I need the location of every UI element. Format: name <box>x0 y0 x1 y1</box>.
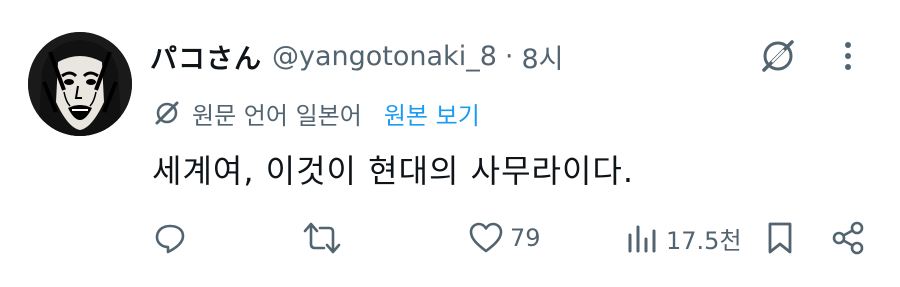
views-count: 17.5천 <box>666 226 742 255</box>
like-count: 79 <box>510 224 541 252</box>
bookmark-icon <box>768 222 792 254</box>
share-button[interactable] <box>830 214 866 262</box>
action-bar: 79 17.5천 <box>0 214 900 262</box>
grok-button[interactable] <box>752 34 804 78</box>
reply-icon <box>155 224 185 254</box>
grok-icon <box>762 40 794 72</box>
bookmark-button[interactable] <box>764 214 796 262</box>
share-icon <box>832 221 864 255</box>
like-button[interactable]: 79 <box>468 214 541 262</box>
views-button[interactable]: 17.5천 <box>624 214 742 262</box>
heart-icon <box>469 222 503 253</box>
more-dots-icon <box>845 42 851 70</box>
avatar[interactable] <box>28 32 132 136</box>
retweet-button[interactable] <box>302 214 348 262</box>
tweet: パコさん @yangotonaki_8 · 8시 원문 언어 일본어 원본 보기… <box>0 0 900 287</box>
display-name[interactable]: パコさん <box>150 37 262 76</box>
avatar-illustration <box>28 32 132 136</box>
retweet-icon <box>303 222 341 254</box>
tweet-header: パコさん @yangotonaki_8 · 8시 <box>150 34 564 78</box>
translate-icon <box>155 101 179 125</box>
tweet-text: 세계여, 이것이 현대의 사무라이다. <box>152 152 635 190</box>
separator-dot: · <box>504 40 514 72</box>
more-button[interactable] <box>830 34 866 78</box>
translation-note: 원문 언어 일본어 <box>192 101 362 130</box>
show-original-link[interactable]: 원본 보기 <box>384 96 480 131</box>
timestamp[interactable]: 8시 <box>521 37 563 76</box>
reply-button[interactable] <box>152 214 194 262</box>
translation-row: 원문 언어 일본어 원본 보기 <box>152 94 480 132</box>
views-chart-icon <box>628 225 656 253</box>
handle[interactable]: @yangotonaki_8 <box>272 41 497 72</box>
